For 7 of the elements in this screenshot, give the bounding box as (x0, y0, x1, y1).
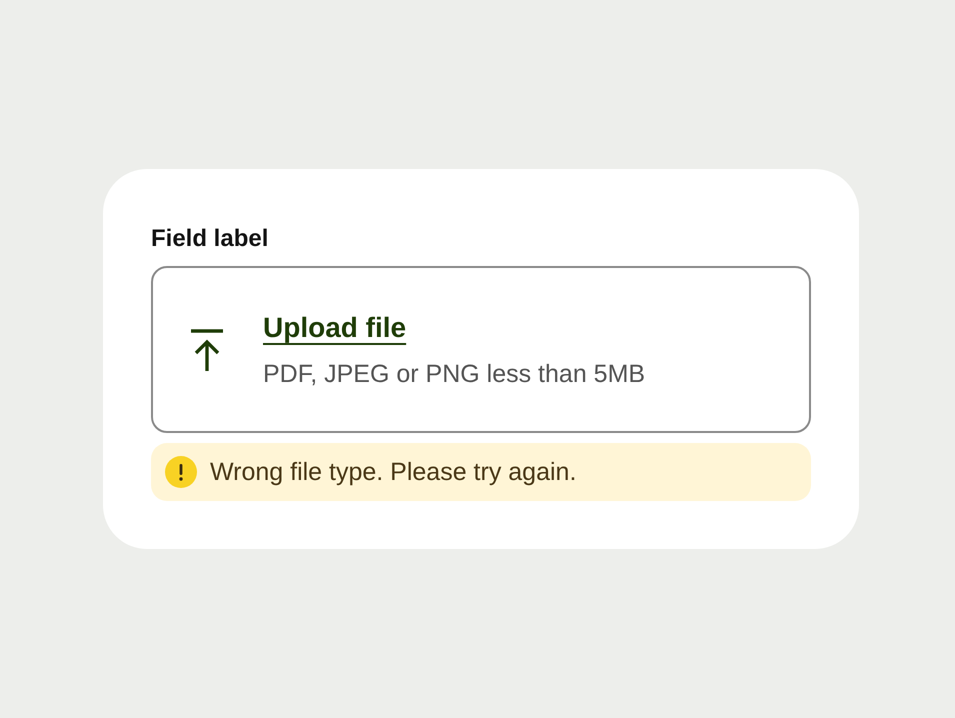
upload-icon (190, 328, 224, 370)
file-requirements-hint: PDF, JPEG or PNG less than 5MB (263, 358, 646, 388)
upload-file-link[interactable]: Upload file (263, 310, 406, 344)
upload-dropzone[interactable]: Upload file PDF, JPEG or PNG less than 5MB (151, 266, 811, 433)
field-label: Field label (151, 224, 270, 254)
error-message-text: Wrong file type. Please try again. (210, 457, 576, 487)
warning-icon (165, 456, 197, 488)
